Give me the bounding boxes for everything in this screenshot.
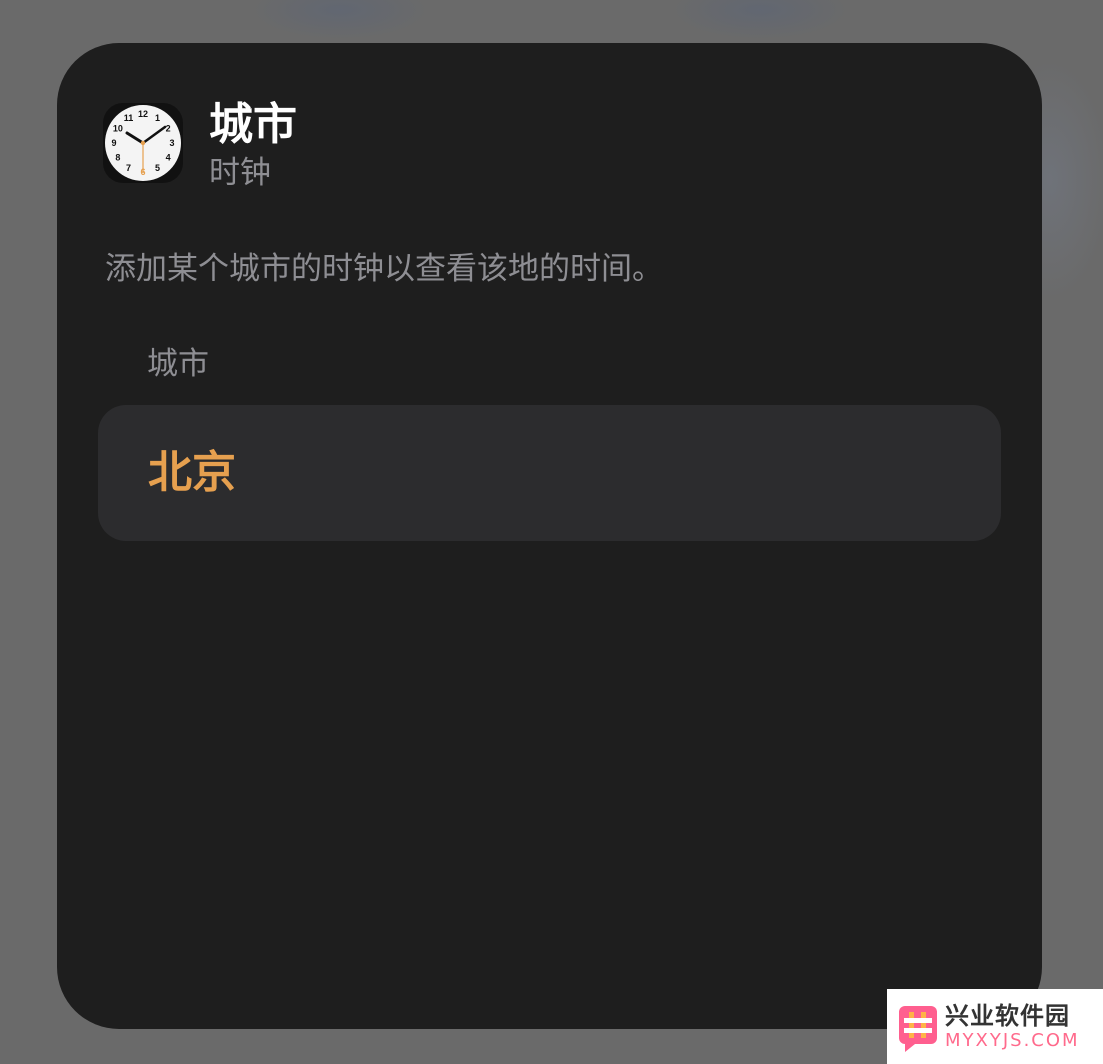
clock-number: 1 <box>155 113 160 123</box>
clock-number: 12 <box>138 109 148 119</box>
watermark-text: 兴业软件园 MYXYJS.COM <box>945 1002 1080 1052</box>
watermark-domain: MYXYJS.COM <box>945 1029 1080 1051</box>
section-label-city: 城市 <box>147 346 209 382</box>
widget-title: 城市 <box>209 99 297 150</box>
clock-number: 5 <box>155 163 160 173</box>
widget-header: 121234567891011 城市 时钟 <box>103 99 297 193</box>
clock-number: 2 <box>166 124 171 134</box>
hash-logo-icon <box>899 1005 937 1052</box>
watermark: 兴业软件园 MYXYJS.COM <box>887 989 1103 1064</box>
app-name: 时钟 <box>209 155 271 191</box>
widget-description: 添加某个城市的时钟以查看该地的时间。 <box>105 251 663 287</box>
clock-icon: 121234567891011 <box>105 105 181 181</box>
clock-number: 7 <box>126 163 131 173</box>
clock-number: 4 <box>166 153 171 163</box>
clock-number: 10 <box>113 124 123 134</box>
clock-number: 9 <box>111 138 116 148</box>
header-titles: 城市 时钟 <box>209 99 297 193</box>
city-value: 北京 <box>148 447 236 498</box>
clock-app-icon: 121234567891011 <box>103 103 183 183</box>
city-selector-row[interactable]: 北京 <box>98 405 1001 541</box>
watermark-name: 兴业软件园 <box>945 1001 1070 1030</box>
clock-number: 8 <box>115 153 120 163</box>
clock-number: 3 <box>169 138 174 148</box>
widget-config-sheet: 121234567891011 城市 时钟 添加某个城市的时钟以查看该地的时间。… <box>57 43 1042 1029</box>
clock-number: 11 <box>124 113 134 123</box>
